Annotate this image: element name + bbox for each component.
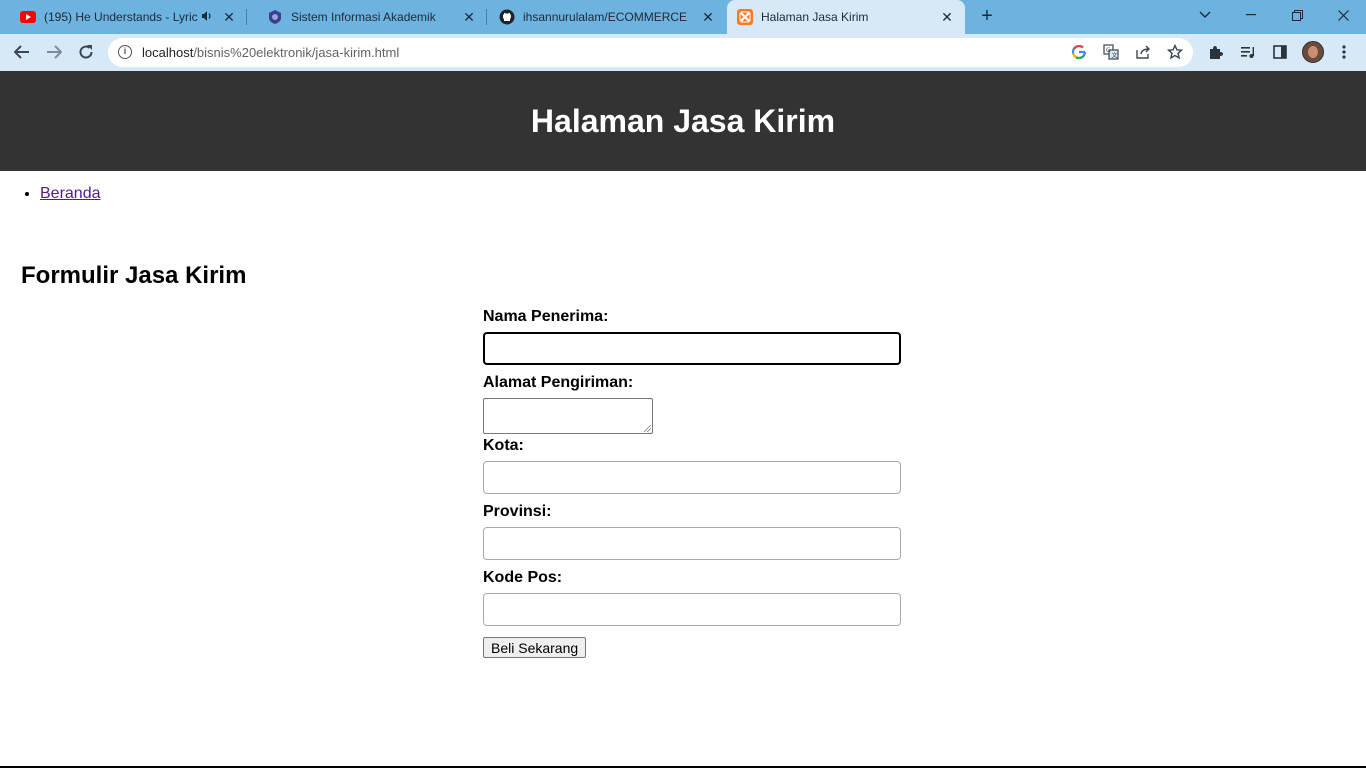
svg-text:文: 文: [1112, 52, 1118, 60]
back-icon[interactable]: [10, 40, 34, 64]
kota-label: Kota:: [483, 437, 524, 454]
nama-penerima-label: Nama Penerima:: [483, 308, 609, 325]
tab-github[interactable]: ihsannurulalam/ECOMMERCE ✕: [487, 0, 726, 34]
nav-link-beranda[interactable]: Beranda: [40, 185, 101, 202]
alamat-pengiriman-label: Alamat Pengiriman:: [483, 374, 634, 391]
new-tab-icon[interactable]: +: [976, 5, 998, 27]
minimize-icon[interactable]: [1228, 0, 1274, 30]
page-title: Halaman Jasa Kirim: [530, 102, 836, 139]
google-icon[interactable]: [1070, 43, 1088, 61]
speaker-icon[interactable]: [201, 10, 213, 25]
kota-input[interactable]: [483, 461, 901, 494]
address-bar[interactable]: i localhost/bisnis%20elektronik/jasa-kir…: [108, 38, 1193, 67]
more-menu-icon[interactable]: [1334, 42, 1354, 62]
kode-pos-input[interactable]: [483, 593, 901, 626]
svg-text:G: G: [1106, 47, 1111, 54]
academic-shield-icon: [267, 9, 283, 25]
close-tab-icon[interactable]: ✕: [221, 9, 237, 25]
extensions-puzzle-icon[interactable]: [1206, 42, 1226, 62]
tab-youtube[interactable]: (195) He Understands - Lyric ✕: [0, 0, 247, 34]
kode-pos-label: Kode Pos:: [483, 569, 563, 586]
page-header: Halaman Jasa Kirim: [0, 71, 1366, 171]
resize-grip-icon[interactable]: [644, 425, 651, 432]
xampp-icon: [737, 9, 753, 25]
tab-title: Sistem Informasi Akademik: [291, 10, 436, 24]
github-icon: [499, 9, 515, 25]
avatar-face: [1308, 46, 1318, 58]
provinsi-input[interactable]: [483, 527, 901, 560]
tab-halaman-jasa-kirim[interactable]: Halaman Jasa Kirim ✕: [727, 0, 965, 34]
site-info-icon[interactable]: i: [118, 45, 132, 59]
close-window-icon[interactable]: [1320, 0, 1366, 30]
form-title: Formulir Jasa Kirim: [21, 262, 247, 289]
profile-avatar[interactable]: [1302, 41, 1324, 63]
browser-toolbar: i localhost/bisnis%20elektronik/jasa-kir…: [0, 34, 1366, 72]
url-path: /bisnis%20elektronik/jasa-kirim.html: [193, 45, 400, 60]
page-nav: Beranda: [0, 185, 101, 203]
tab-strip: (195) He Understands - Lyric ✕ Sistem In…: [0, 0, 1366, 34]
tab-sistem-informasi[interactable]: Sistem Informasi Akademik ✕: [247, 0, 487, 34]
beli-sekarang-button[interactable]: Beli Sekarang: [483, 637, 587, 658]
page-viewport: Halaman Jasa Kirim Beranda Formulir Jasa…: [0, 71, 1366, 768]
url-text[interactable]: localhost/bisnis%20elektronik/jasa-kirim…: [142, 45, 399, 60]
close-tab-icon[interactable]: ✕: [461, 9, 477, 25]
url-host: localhost: [142, 45, 194, 60]
translate-icon[interactable]: G文: [1102, 43, 1120, 61]
tab-title: Halaman Jasa Kirim: [761, 10, 869, 24]
reload-icon[interactable]: [74, 40, 98, 64]
nama-penerima-input[interactable]: [483, 332, 901, 365]
tab-title: (195) He Understands - Lyric: [44, 10, 198, 24]
forward-icon[interactable]: [42, 40, 66, 64]
provinsi-label: Provinsi:: [483, 503, 552, 520]
alamat-pengiriman-textarea[interactable]: [483, 398, 653, 434]
restore-icon[interactable]: [1274, 0, 1320, 30]
share-icon[interactable]: [1134, 43, 1152, 61]
nav-item: Beranda: [40, 185, 101, 203]
media-queue-icon[interactable]: [1238, 42, 1258, 62]
close-tab-icon[interactable]: ✕: [700, 9, 716, 25]
bookmark-star-icon[interactable]: [1166, 43, 1184, 61]
close-tab-icon[interactable]: ✕: [939, 9, 955, 25]
tab-search-chevron-icon[interactable]: [1182, 0, 1228, 30]
side-panel-icon[interactable]: [1270, 42, 1290, 62]
tab-title: ihsannurulalam/ECOMMERCE: [523, 10, 688, 24]
youtube-icon: [20, 9, 36, 25]
